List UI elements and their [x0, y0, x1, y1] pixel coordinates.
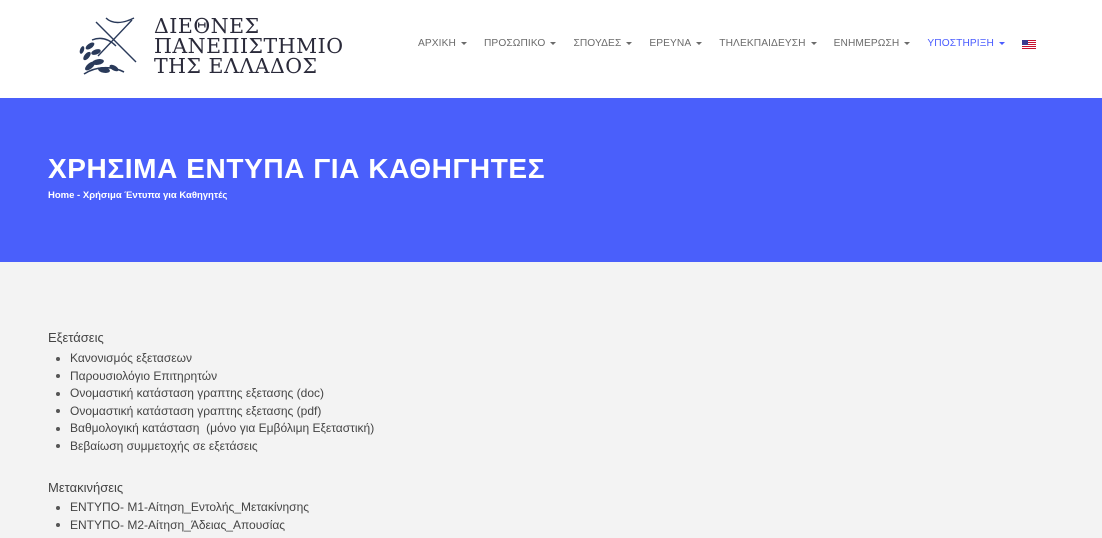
us-flag-icon[interactable]	[1021, 39, 1036, 49]
document-link[interactable]: ΕΝΤΥΠΟ- Μ2-Αίτηση_Άδειας_Απουσίας	[56, 517, 309, 535]
nav-label: ΑΡΧΙΚΗ	[418, 38, 456, 49]
university-name: ΔΙΕΘΝΕΣ ΠΑΝΕΠΙΣΤΗΜΙΟ ΤΗΣ ΕΛΛΑΔΟΣ	[154, 14, 344, 78]
document-link[interactable]: Ονομαστική κατάσταση γραπτης εξετασης (d…	[56, 385, 374, 403]
document-link-text: ΕΝΤΥΠΟ- Μ2-Αίτηση_Άδειας_Απουσίας	[70, 517, 286, 532]
bullet-icon	[56, 523, 60, 528]
nav-item-research[interactable]: ΕΡΕΥΝΑ	[649, 38, 703, 49]
nav-label: ΕΝΗΜΕΡΩΣΗ	[833, 38, 900, 49]
nav-item-support[interactable]: ΥΠΟΣΤΗΡΙΞΗ	[927, 38, 1005, 49]
bullet-icon	[56, 505, 60, 510]
nav-label: ΠΡΟΣΩΠΙΚΟ	[483, 38, 546, 49]
section-title-travel: Μετακινήσεις	[48, 480, 124, 495]
logo-line-1: ΔΙΕΘΝΕΣ	[154, 14, 260, 38]
travel-documents-list: ΕΝΤΥΠΟ- Μ1-Αίτηση_Εντολής_Μετακίνησης ΕΝ…	[56, 499, 309, 534]
main-nav: ΑΡΧΙΚΗ ΠΡΟΣΩΠΙΚΟ ΣΠΟΥΔΕΣ ΕΡΕΥΝΑ ΤΗΛΕΚΠΑΙ…	[418, 38, 1036, 49]
caret-down-icon	[904, 42, 911, 45]
bullet-icon	[56, 374, 60, 379]
bullet-icon	[56, 444, 60, 449]
nav-item-studies[interactable]: ΣΠΟΥΔΕΣ	[573, 38, 633, 49]
document-link-text: Κανονισμός εξετασεων	[70, 351, 192, 365]
breadcrumb: Home - Χρήσιμα Έντυπα για Καθηγητές	[48, 190, 227, 201]
caret-down-icon	[998, 42, 1005, 45]
document-link[interactable]: ΕΝΤΥΠΟ- Μ1-Αίτηση_Εντολής_Μετακίνησης	[56, 499, 309, 517]
breadcrumb-home-link[interactable]: Home	[48, 190, 74, 201]
olive-branch-logo-icon	[79, 17, 137, 75]
document-link-text: Ονομαστική κατάσταση γραπτης εξετασης (p…	[70, 403, 322, 418]
nav-label: ΕΡΕΥΝΑ	[649, 38, 692, 49]
document-link[interactable]: Παρουσιολόγιο Επιτηρητών	[56, 368, 374, 386]
document-link-text: Ονομαστική κατάσταση γραπτης εξετασης (d…	[70, 386, 324, 400]
bullet-icon	[56, 391, 60, 396]
main-content: Εξετάσεις Κανονισμός εξετασεων Παρουσιολ…	[0, 262, 1102, 538]
nav-item-home[interactable]: ΑΡΧΙΚΗ	[418, 38, 467, 49]
caret-down-icon	[550, 42, 557, 45]
page-title: ΧΡΗΣΙΜΑ ΕΝΤΥΠΑ ΓΙΑ ΚΑΘΗΓΗΤΕΣ	[48, 153, 546, 184]
page-hero: ΧΡΗΣΙΜΑ ΕΝΤΥΠΑ ΓΙΑ ΚΑΘΗΓΗΤΕΣ Home - Χρήσ…	[0, 98, 1102, 262]
bullet-icon	[56, 409, 60, 414]
breadcrumb-current: Χρήσιμα Έντυπα για Καθηγητές	[82, 190, 228, 201]
nav-item-news[interactable]: ΕΝΗΜΕΡΩΣΗ	[834, 38, 911, 49]
logo-line-3: ΤΗΣ ΕΛΛΑΔΟΣ	[154, 54, 318, 78]
document-link[interactable]: Κανονισμός εξετασεων	[56, 350, 374, 368]
nav-item-staff[interactable]: ΠΡΟΣΩΠΙΚΟ	[483, 38, 557, 49]
document-link[interactable]: Βαθμολογική κατάσταση (μόνο για Εμβόλιμη…	[56, 420, 374, 438]
nav-label: ΣΠΟΥΔΕΣ	[573, 38, 622, 49]
caret-down-icon	[460, 42, 467, 45]
breadcrumb-separator: -	[74, 190, 83, 201]
nav-label: ΥΠΟΣΤΗΡΙΞΗ	[927, 38, 994, 49]
bullet-icon	[56, 356, 60, 361]
logo-line-2: ΠΑΝΕΠΙΣΤΗΜΙΟ	[154, 34, 344, 58]
caret-down-icon	[626, 42, 633, 45]
document-link-text: Βαθμολογική κατάσταση (μόνο για Εμβόλιμη…	[70, 421, 375, 435]
exam-documents-list: Κανονισμός εξετασεων Παρουσιολόγιο Επιτη…	[56, 350, 374, 455]
document-link-text: Βεβαίωση συμμετοχής σε εξετάσεις	[70, 438, 258, 453]
nav-item-elearning[interactable]: ΤΗΛΕΚΠΑΙΔΕΥΣΗ	[719, 38, 817, 49]
nav-label: ΤΗΛΕΚΠΑΙΔΕΥΣΗ	[719, 38, 806, 49]
bullet-icon	[56, 426, 60, 431]
document-link-text: Παρουσιολόγιο Επιτηρητών	[70, 368, 218, 383]
caret-down-icon	[696, 42, 703, 45]
section-title-exams: Εξετάσεις	[48, 330, 104, 345]
site-header: ΔΙΕΘΝΕΣ ΠΑΝΕΠΙΣΤΗΜΙΟ ΤΗΣ ΕΛΛΑΔΟΣ ΑΡΧΙΚΗ …	[0, 0, 1102, 98]
caret-down-icon	[810, 42, 817, 45]
document-link[interactable]: Βεβαίωση συμμετοχής σε εξετάσεις	[56, 438, 374, 456]
university-logo[interactable]: ΔΙΕΘΝΕΣ ΠΑΝΕΠΙΣΤΗΜΙΟ ΤΗΣ ΕΛΛΑΔΟΣ	[76, 10, 366, 88]
document-link[interactable]: Ονομαστική κατάσταση γραπτης εξετασης (p…	[56, 403, 374, 421]
document-link-text: ΕΝΤΥΠΟ- Μ1-Αίτηση_Εντολής_Μετακίνησης	[70, 500, 310, 514]
